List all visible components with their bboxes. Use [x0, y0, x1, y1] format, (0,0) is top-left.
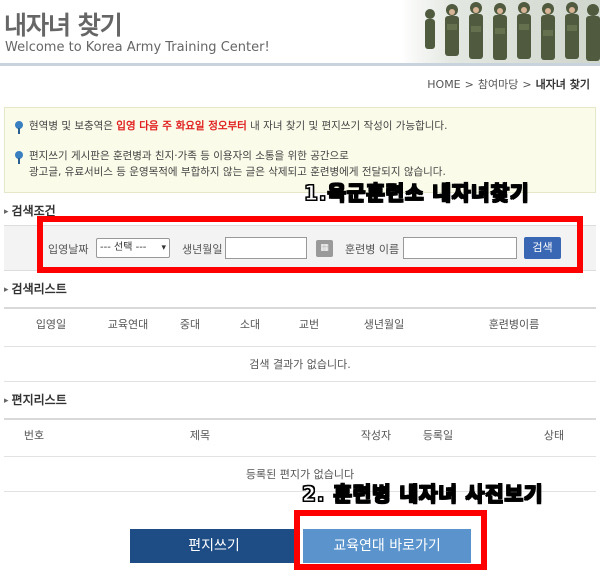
- header-divider: [0, 63, 600, 66]
- letters-section-title: 편지리스트: [4, 391, 67, 408]
- notice-text: 내 자녀 찾기 및 편지쓰기 작성이 가능합니다.: [246, 120, 448, 132]
- breadcrumb-level1[interactable]: 참여마당: [478, 78, 518, 91]
- page-subtitle: Welcome to Korea Army Training Center!: [5, 40, 270, 55]
- column-header: 번호: [23, 429, 45, 442]
- soldiers-banner-image: [400, 0, 600, 63]
- page-title: 내자녀 찾기: [4, 11, 123, 40]
- letters-table-header: 번호 제목 작성자 등록일 상태: [4, 418, 596, 454]
- results-empty-row: 검색 결과가 없습니다.: [4, 346, 596, 382]
- notice-text: 편지쓰기 게시판은 훈련병과 친지·가족 등 이용자의 소통을 위한 공간으로: [29, 150, 349, 162]
- column-header: 교번: [298, 318, 320, 331]
- breadcrumb-current: 내자녀 찾기: [535, 78, 590, 91]
- column-header: 작성자: [360, 429, 392, 442]
- page-header: 내자녀 찾기 Welcome to Korea Army Training Ce…: [0, 0, 600, 66]
- annotation-box-search: [37, 216, 583, 273]
- notice-item: 현역병 및 보충역은 입영 다음 주 화요일 정오부터 내 자녀 찾기 및 편지…: [15, 118, 447, 134]
- column-header: 생년월일: [363, 318, 405, 331]
- column-header: 훈련병이름: [488, 318, 540, 331]
- notice-highlight: 입영 다음 주 화요일 정오부터: [116, 120, 247, 132]
- pin-icon: [15, 121, 23, 134]
- column-header: 소대: [239, 318, 261, 331]
- column-header: 교육연대: [107, 318, 149, 331]
- notice-text: 현역병 및 보충역은: [29, 120, 117, 132]
- breadcrumb-separator: >: [522, 78, 532, 91]
- column-header: 등록일: [422, 429, 454, 442]
- annotation-label-2: 2. 훈련병 내자녀 사진보기: [301, 482, 544, 507]
- annotation-label-1: 1.육군훈련소 내자녀찾기: [303, 181, 530, 206]
- column-header: 제목: [189, 429, 211, 442]
- column-header: 입영일: [35, 318, 67, 331]
- notice-item: 편지쓰기 게시판은 훈련병과 친지·가족 등 이용자의 소통을 위한 공간으로: [15, 148, 349, 164]
- breadcrumb-home[interactable]: HOME: [427, 78, 460, 91]
- annotation-box-regiment: [294, 510, 487, 570]
- results-section-title: 검색리스트: [4, 280, 67, 297]
- results-table-header: 입영일 교육연대 중대 소대 교번 생년월일 훈련병이름: [4, 307, 596, 343]
- pin-icon: [15, 151, 23, 164]
- write-letter-button[interactable]: 편지쓰기: [130, 529, 298, 563]
- column-header: 상태: [543, 429, 565, 442]
- breadcrumb: HOME > 참여마당 > 내자녀 찾기: [427, 76, 590, 92]
- column-header: 중대: [179, 318, 201, 331]
- breadcrumb-separator: >: [464, 78, 474, 91]
